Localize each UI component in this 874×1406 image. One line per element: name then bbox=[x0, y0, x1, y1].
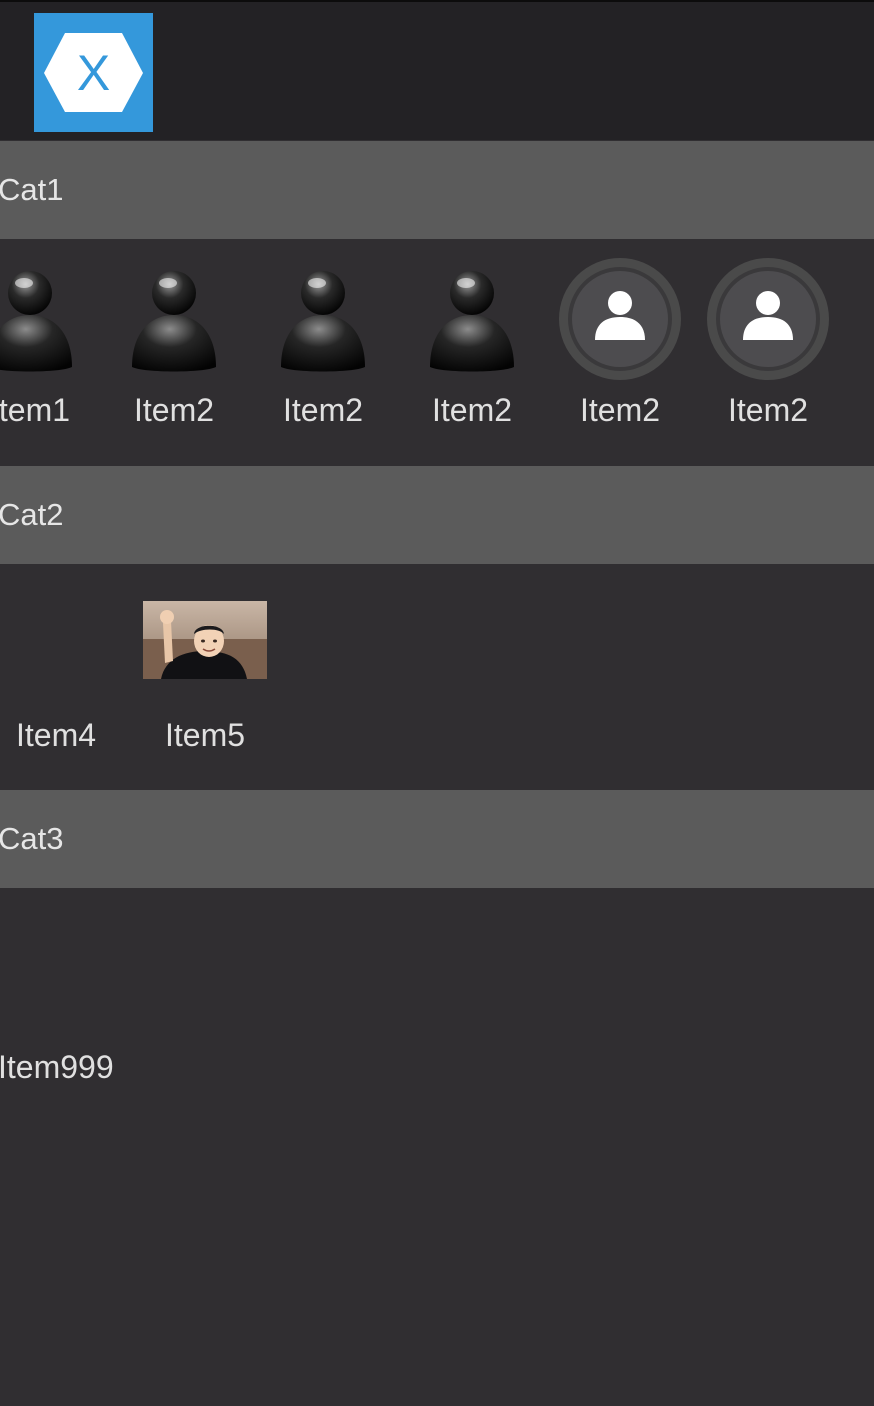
category-title: Cat3 bbox=[0, 821, 64, 856]
item-label: Item2 bbox=[431, 392, 513, 428]
list-item[interactable]: Item1 bbox=[0, 240, 100, 460]
user-3d-icon bbox=[104, 254, 244, 384]
item-label: Item2 bbox=[727, 392, 809, 428]
user-3d-icon bbox=[253, 254, 393, 384]
xamarin-logo-icon[interactable]: X bbox=[34, 13, 153, 132]
category-row-cat2: Item4 Item5 bbox=[0, 565, 874, 789]
list-item[interactable]: Item2 bbox=[550, 240, 690, 460]
category-header-cat2[interactable]: Cat2 bbox=[0, 466, 874, 564]
list-item[interactable]: Item2 bbox=[402, 240, 542, 460]
list-item[interactable]: Item2 bbox=[253, 240, 393, 460]
empty-image bbox=[0, 579, 126, 709]
top-bar: X bbox=[0, 0, 874, 140]
user-3d-icon bbox=[0, 254, 100, 384]
svg-text:X: X bbox=[77, 45, 110, 101]
category-header-cat1[interactable]: Cat1 bbox=[0, 141, 874, 239]
item-label: Item2 bbox=[579, 392, 661, 428]
user-circle-icon bbox=[698, 254, 838, 384]
item-label: Item2 bbox=[282, 392, 364, 428]
list-item[interactable]: Item999 bbox=[0, 1049, 114, 1086]
category-row-cat3: Item999 bbox=[0, 889, 874, 1229]
list-item[interactable]: Item2 bbox=[104, 240, 244, 460]
item-label: Item2 bbox=[133, 392, 215, 428]
category-title: Cat1 bbox=[0, 172, 64, 207]
item-label: Item5 bbox=[164, 717, 246, 753]
list-item[interactable]: Item5 bbox=[135, 565, 275, 785]
category-title: Cat2 bbox=[0, 497, 64, 532]
item-label: Item4 bbox=[15, 717, 97, 753]
category-row-cat1: Item1 Item2 Item2 bbox=[0, 240, 874, 464]
category-header-cat3[interactable]: Cat3 bbox=[0, 790, 874, 888]
app-screen: X Cat1 tem1 Item2 Item2 Item2 Item2 Item… bbox=[0, 0, 874, 1406]
user-3d-icon bbox=[402, 254, 542, 384]
user-circle-icon bbox=[550, 254, 690, 384]
list-item[interactable]: Item2 bbox=[698, 240, 838, 460]
photo-thumbnail bbox=[135, 601, 275, 679]
item-label: Item1 bbox=[0, 392, 71, 428]
list-item[interactable]: Item4 bbox=[0, 565, 126, 785]
